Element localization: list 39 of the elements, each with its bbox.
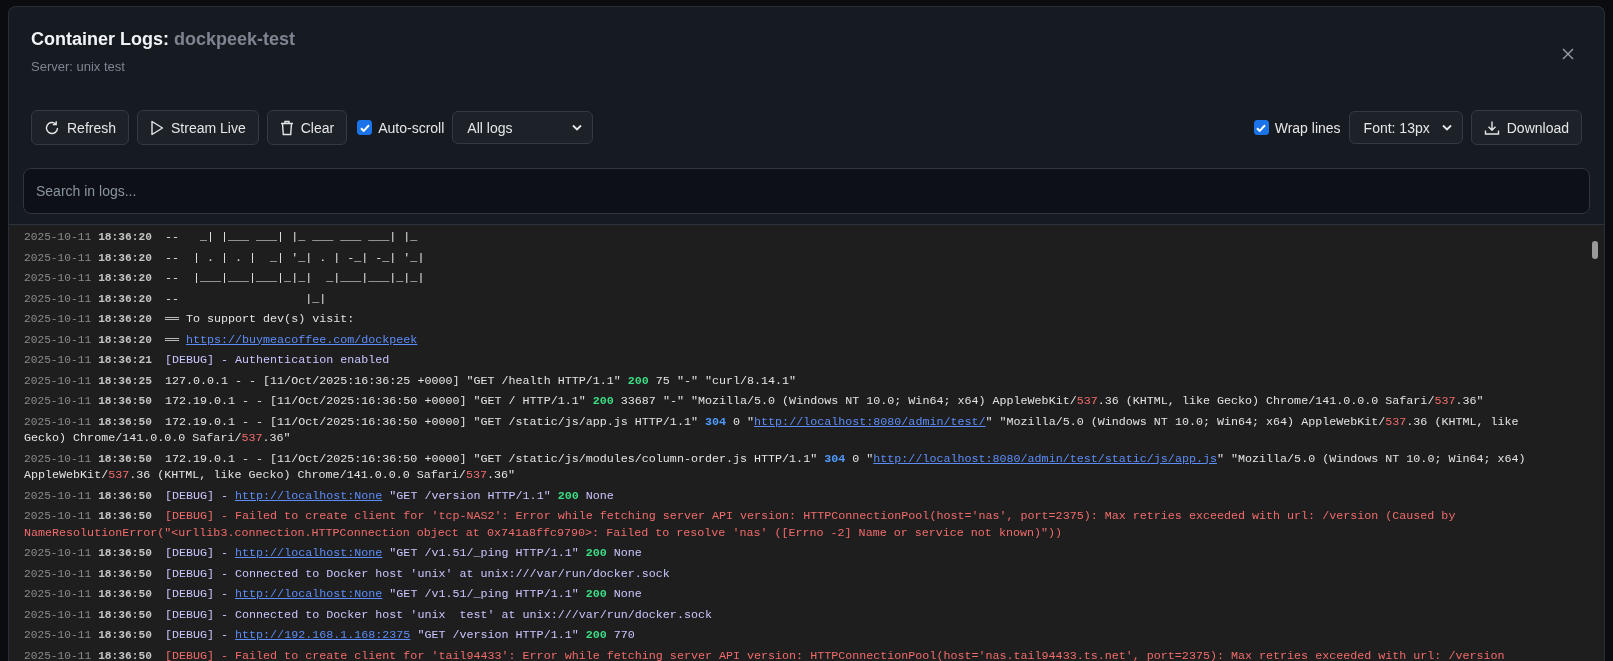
download-button[interactable]: Download [1470, 110, 1582, 145]
log-line: 2025-10-11 18:36:50 [DEBUG] - Failed to create client for 'tcp-NAS2': Error while fetching server API version: HTTPConnectionPool(host='nas', port=2375): Max retries exceeded with url: /version (Caused by NameResolutionError("<urllib3.connection.HTTPConnection object at 0x741a8ffc9790>: Failed to resolve 'nas' ([Errno -2] Name or service not known)")) [24, 508, 1457, 542]
log-line: 2025-10-11 18:36:50 [DEBUG] - http://localhost:None "GET /v1.51/_ping HTTP/1.1" 200 None [24, 586, 643, 603]
toolbar-button[interactable]: Clear [266, 110, 348, 145]
caret-icon [1441, 124, 1452, 131]
play-icon [150, 119, 165, 136]
log-line: 2025-10-11 18:36:50 [DEBUG] - http://localhost:None "GET /version HTTP/1.1" 200 None [24, 487, 615, 505]
log-line: 2025-10-11 18:36:20 -- |___|___|___|_|_| _|___|___|_|_| [24, 270, 426, 287]
log-line: 2025-10-11 18:36:50 [DEBUG] - Connected to Docker host 'unix' at unix:///var/run/docker.sock [24, 565, 671, 583]
log-line: 2025-10-11 18:36:20 -- _| |___ ___| |_ ___ ___ ___| |_ [24, 229, 419, 246]
trash-icon [279, 119, 294, 136]
log-line: 2025-10-11 18:36:50 [DEBUG] - Connected to Docker host 'unix test' at unix:///var/run/docker.sock [24, 606, 713, 624]
log-line: 2025-10-11 18:36:20 ══ https://buymeacoffee.com/dockpeek [24, 331, 419, 349]
log-line: 2025-10-11 18:36:25 127.0.0.1 - - [11/Oct/2025:16:36:25 +0000] "GET /health HTTP/1.1" 200 75 "-" "curl/8.14.1" [24, 372, 798, 390]
search-field[interactable]: Search in logs... [23, 168, 1590, 214]
log-line: 2025-10-11 18:36:21 [DEBUG] - Authentication enabled [24, 352, 391, 369]
log-line: 2025-10-11 18:36:50 172.19.0.1 - - [11/Oct/2025:16:36:50 +0000] "GET / HTTP/1.1" 200 33687 "-" "Mozilla/5.0 (Windows NT 10.0; Win64; x64) AppleWebKit/537.36 (KHTML, like Gecko) Chrome/141.0.0.0 Safari/537.36" [24, 393, 1485, 410]
log-line: 2025-10-11 18:36:20 -- | . | . | _| '_| . | -_| -_| '_| [24, 249, 426, 267]
refresh-icon [44, 119, 60, 136]
toolbar-button[interactable]: Stream Live [137, 110, 259, 145]
log-line: 2025-10-11 18:36:50 [DEBUG] - Failed to create client for 'tail94433': Error while fetching server API version: HTTPConnectionPool(host='nas.tail94433.ts.net', port=2375): Max retries exceeded with url: /version [24, 647, 1506, 661]
auto-scroll-label: Auto-scroll [378, 119, 445, 136]
font-size-select[interactable]: Font: 13px [1348, 111, 1463, 144]
log-line: 2025-10-11 18:36:50 [DEBUG] - http://192.168.1.168:2375 "GET /version HTTP/1.1" 200 770 [24, 627, 636, 644]
caret-icon [572, 124, 583, 131]
download-icon [1483, 119, 1500, 136]
close-icon[interactable] [1562, 47, 1574, 60]
dialog-title: Container Logs: dockpeek-test [31, 29, 296, 50]
auto-scroll-checkbox[interactable] [357, 120, 373, 135]
server-label: Server: unix test [31, 59, 126, 74]
log-line: 2025-10-11 18:36:50 172.19.0.1 - - [11/Oct/2025:16:36:50 +0000] "GET /static/js/modules/column-order.js HTTP/1.1" 304 0 "http://localhost:8080/admin/test/static/js/app.js" "Mozilla/5.0 (Windows NT 10.0; Win64; x64) AppleWebKit/537.36 (KHTML, like Gecko) Chrome/141.0.0.0 Safari/537.36" [24, 450, 1527, 484]
log-line: 2025-10-11 18:36:20 -- |_| [24, 290, 328, 308]
toolbar-button[interactable]: Refresh [31, 110, 130, 145]
log-line: 2025-10-11 18:36:50 [DEBUG] - http://localhost:None "GET /v1.51/_ping HTTP/1.1" 200 None [24, 545, 643, 562]
log-line: 2025-10-11 18:36:50 172.19.0.1 - - [11/Oct/2025:16:36:50 +0000] "GET /static/js/app.js HTTP/1.1" 304 0 "http://localhost:8080/admin/test/" "Mozilla/5.0 (Windows NT 10.0; Win64; x64) AppleWebKit/537.36 (KHTML, like Gecko) Chrome/141.0.0.0 Safari/537.36" [24, 413, 1520, 447]
log-line: 2025-10-11 18:36:20 ══ To support dev(s) visit: [24, 311, 356, 328]
log-filter-select[interactable]: All logs [452, 111, 594, 144]
wrap-lines-label: Wrap lines [1274, 119, 1341, 136]
wrap-lines-checkbox[interactable] [1253, 120, 1269, 135]
